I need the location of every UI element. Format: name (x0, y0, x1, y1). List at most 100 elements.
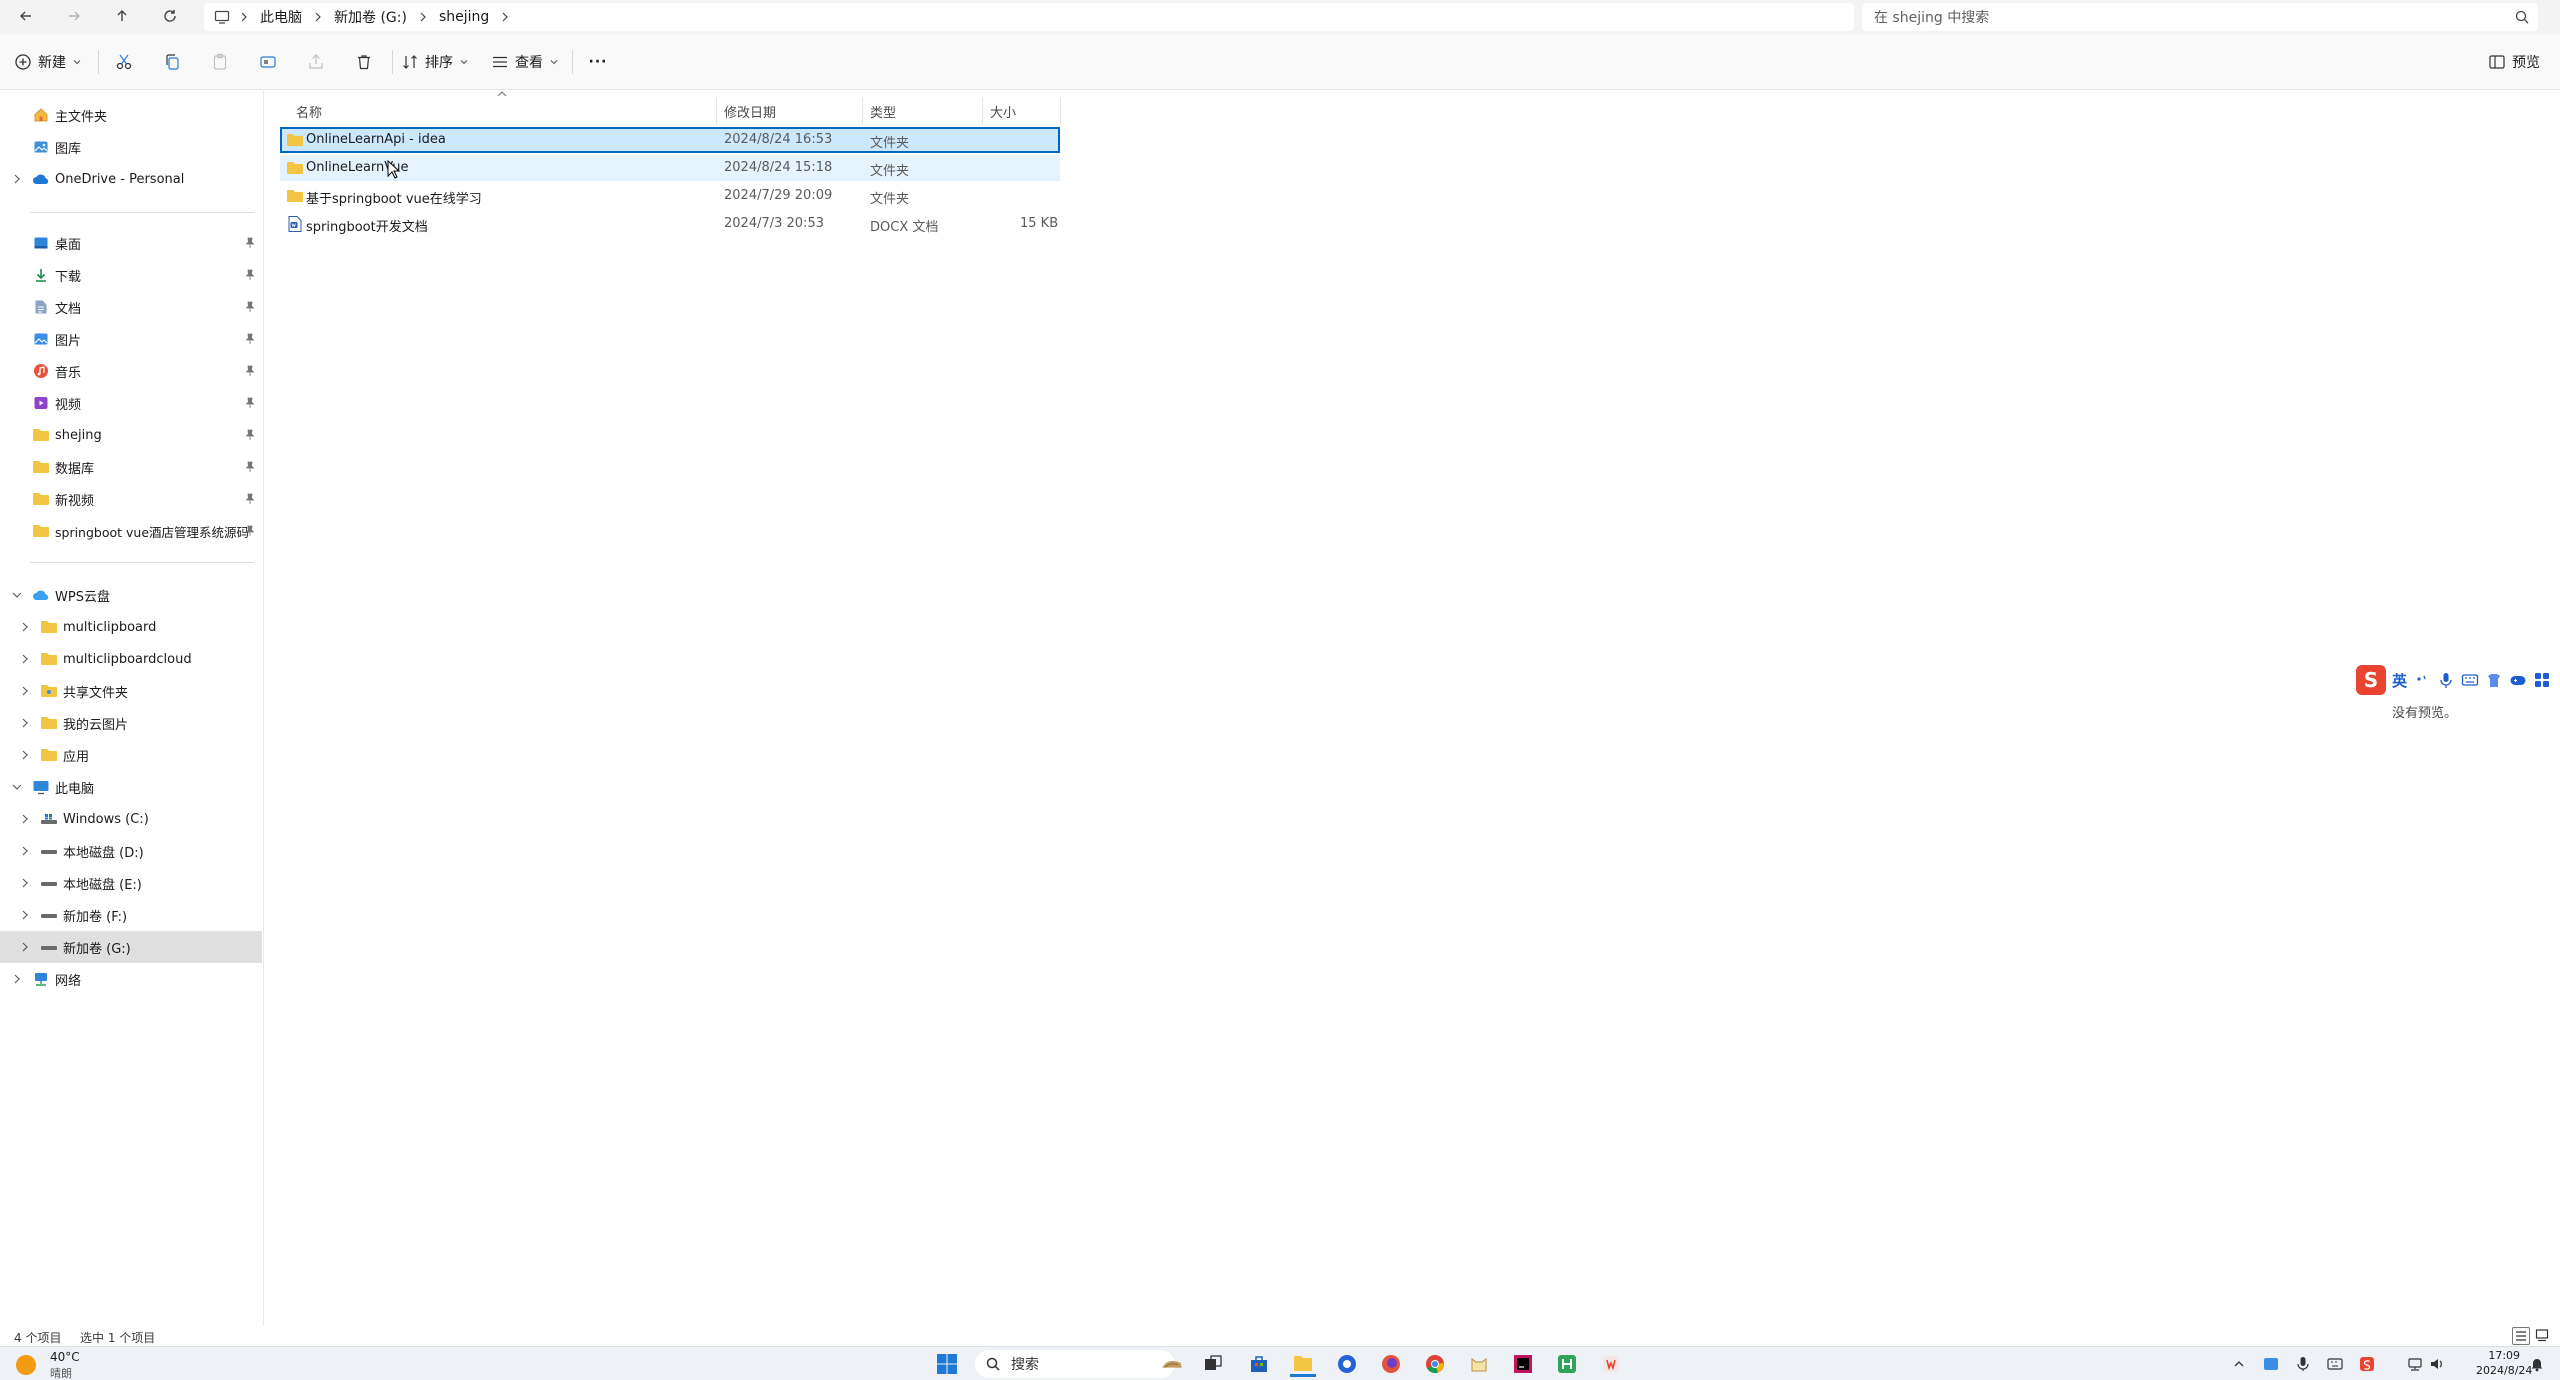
tray-volume-icon[interactable] (2428, 1355, 2446, 1373)
tray-keyboard-icon[interactable] (2326, 1355, 2344, 1373)
taskbar-app-circle[interactable] (1334, 1351, 1360, 1377)
chevron-right-icon[interactable] (310, 9, 326, 25)
sidebar-item-hotel-source[interactable]: springboot vue酒店管理系统源码 (0, 515, 262, 547)
large-icons-view-button[interactable] (2534, 1327, 2552, 1345)
sidebar-item-drive-g[interactable]: 新加卷 (G:) (0, 931, 262, 963)
more-options-button[interactable]: ··· (580, 44, 616, 80)
tray-notification-bell-icon[interactable] (2528, 1355, 2546, 1373)
breadcrumb-shejing[interactable]: shejing (431, 9, 497, 25)
delete-button[interactable] (346, 44, 382, 80)
task-view-button[interactable] (1200, 1351, 1226, 1377)
chevron-right-icon[interactable] (10, 172, 24, 186)
taskbar-store[interactable] (1246, 1351, 1272, 1377)
taskbar-intellij[interactable] (1510, 1351, 1536, 1377)
sidebar-item-drive-c[interactable]: Windows (C:) (0, 803, 262, 835)
details-view-button[interactable] (2512, 1327, 2530, 1345)
sidebar-item-drive-f[interactable]: 新加卷 (F:) (0, 899, 262, 931)
sidebar-item-pictures[interactable]: 图片 (0, 323, 262, 355)
chevron-right-icon[interactable] (18, 620, 32, 634)
microphone-icon[interactable] (2437, 671, 2455, 689)
pin-icon[interactable] (244, 237, 256, 249)
ime-language[interactable]: 英 (2392, 670, 2407, 691)
sidebar-item-wps-cloud[interactable]: WPS云盘 (0, 579, 262, 611)
sidebar-item-cloud-pictures[interactable]: 我的云图片 (0, 707, 262, 739)
taskbar-search[interactable]: 搜索 (975, 1350, 1175, 1378)
taskbar-chrome[interactable] (1422, 1351, 1448, 1377)
sidebar-item-drive-d[interactable]: 本地磁盘 (D:) (0, 835, 262, 867)
ime-toolbar[interactable]: S 英 (2356, 664, 2556, 696)
sidebar-item-multiclipboardcloud[interactable]: multiclipboardcloud (0, 643, 262, 675)
punctuation-icon[interactable] (2413, 671, 2431, 689)
toolbox-grid-icon[interactable] (2533, 671, 2551, 689)
sidebar-item-downloads[interactable]: 下载 (0, 259, 262, 291)
breadcrumb-drive-g[interactable]: 新加卷 (G:) (326, 7, 415, 27)
column-header-type[interactable]: 类型 (870, 98, 990, 124)
chevron-right-icon[interactable] (18, 812, 32, 826)
chevron-right-icon[interactable] (497, 9, 513, 25)
taskbar-wps[interactable] (1598, 1351, 1624, 1377)
sidebar-item-drive-e[interactable]: 本地磁盘 (E:) (0, 867, 262, 899)
tray-network-icon[interactable] (2406, 1355, 2424, 1373)
chevron-right-icon[interactable] (18, 908, 32, 922)
chevron-right-icon[interactable] (10, 972, 24, 986)
column-separator[interactable] (716, 98, 717, 124)
sidebar-item-onedrive[interactable]: OneDrive - Personal (0, 163, 262, 195)
sidebar-item-home[interactable]: 主文件夹 (0, 99, 262, 131)
forward-button[interactable] (58, 2, 90, 30)
sidebar-item-database[interactable]: 数据库 (0, 451, 262, 483)
rename-button[interactable] (250, 44, 286, 80)
pin-icon[interactable] (244, 493, 256, 505)
tray-microphone-icon[interactable] (2294, 1355, 2312, 1373)
skin-icon[interactable] (2485, 671, 2503, 689)
column-separator[interactable] (1060, 98, 1061, 124)
cut-button[interactable] (106, 44, 142, 80)
column-separator[interactable] (862, 98, 863, 124)
file-row[interactable]: OnlineLearnApi - idea 2024/8/24 16:53 文件… (280, 127, 1060, 153)
paste-button[interactable] (202, 44, 238, 80)
pin-icon[interactable] (244, 269, 256, 281)
pin-icon[interactable] (244, 397, 256, 409)
view-button[interactable]: 查看 (490, 44, 560, 80)
chevron-right-icon[interactable] (18, 652, 32, 666)
sidebar-item-desktop[interactable]: 桌面 (0, 227, 262, 259)
sidebar-item-videos[interactable]: 视频 (0, 387, 262, 419)
breadcrumb[interactable]: 此电脑 新加卷 (G:) shejing (204, 3, 1854, 31)
pin-icon[interactable] (244, 429, 256, 441)
chevron-right-icon[interactable] (18, 716, 32, 730)
chevron-right-icon[interactable] (18, 748, 32, 762)
copy-button[interactable] (154, 44, 190, 80)
chevron-right-icon[interactable] (18, 844, 32, 858)
tray-sogou-icon[interactable] (2358, 1355, 2376, 1373)
sidebar-item-new-videos[interactable]: 新视频 (0, 483, 262, 515)
back-button[interactable] (10, 2, 42, 30)
taskbar-app-cat[interactable] (1466, 1351, 1492, 1377)
column-header-size[interactable]: 大小 (990, 98, 1050, 124)
pin-icon[interactable] (244, 333, 256, 345)
sidebar-item-music[interactable]: 音乐 (0, 355, 262, 387)
chevron-right-icon[interactable] (18, 876, 32, 890)
sidebar-item-documents[interactable]: 文档 (0, 291, 262, 323)
sidebar-item-gallery[interactable]: 图库 (0, 131, 262, 163)
chevron-down-icon[interactable] (10, 780, 24, 794)
start-button[interactable] (934, 1351, 960, 1377)
sidebar-item-multiclipboard[interactable]: multiclipboard (0, 611, 262, 643)
file-row[interactable]: springboot开发文档 2024/7/3 20:53 DOCX 文档 15… (280, 211, 1060, 237)
tray-bluetooth-app-icon[interactable] (2262, 1355, 2280, 1373)
search-input[interactable]: 在 shejing 中搜索 (1862, 3, 2538, 31)
new-button[interactable]: 新建 (10, 44, 86, 80)
column-header-name[interactable]: 名称 (296, 98, 676, 124)
breadcrumb-this-pc[interactable]: 此电脑 (252, 7, 310, 27)
sidebar-item-this-pc[interactable]: 此电脑 (0, 771, 262, 803)
column-header-date[interactable]: 修改日期 (724, 98, 854, 124)
tray-chevron-up-icon[interactable] (2230, 1355, 2248, 1373)
pin-icon[interactable] (244, 365, 256, 377)
keyboard-icon[interactable] (2461, 671, 2479, 689)
sidebar-item-shejing[interactable]: shejing (0, 419, 262, 451)
taskbar-clock[interactable]: 17:09 2024/8/24 (2476, 1348, 2532, 1378)
up-button[interactable] (106, 2, 138, 30)
chevron-right-icon[interactable] (18, 940, 32, 954)
sidebar-item-network[interactable]: 网络 (0, 963, 262, 995)
chevron-right-icon[interactable] (415, 9, 431, 25)
sidebar-item-apps[interactable]: 应用 (0, 739, 262, 771)
refresh-button[interactable] (154, 2, 186, 30)
